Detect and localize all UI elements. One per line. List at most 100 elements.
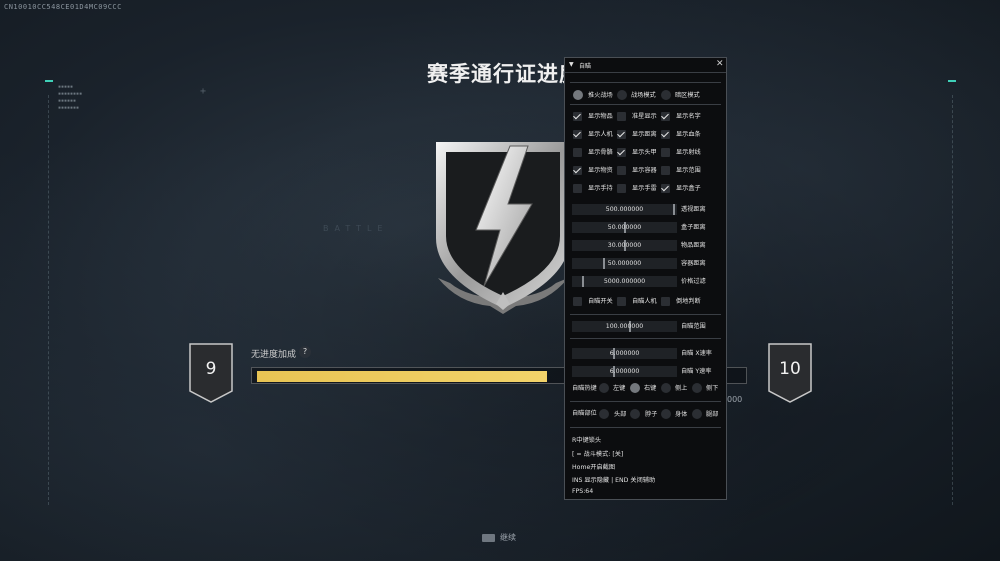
keyboard-key-icon: [482, 533, 495, 542]
continue-label: 继续: [500, 533, 516, 542]
xp-text: 000: [727, 395, 743, 404]
season-badge-emblem: [436, 142, 570, 314]
checkbox-show-held[interactable]: [573, 184, 582, 193]
radio-label: 身体: [675, 411, 688, 418]
checkbox-label: 显示物资: [588, 167, 613, 174]
slider-box-distance[interactable]: 50.000000: [572, 222, 677, 233]
info-line: INS 显示隐藏 | END 关闭辅助: [572, 477, 656, 484]
hud-tick-right: [948, 80, 956, 82]
cheat-overlay-menu: ▼ 自瞄 ✕ 推火战场 战场模式 暗区模式 显示物品 准星显示 显示名字 显示人…: [564, 57, 727, 500]
slider-value: 100.000000: [605, 323, 644, 330]
checkbox-label: 显示范围: [676, 167, 701, 174]
checkbox-show-supplies[interactable]: [573, 166, 582, 175]
separator: [570, 338, 721, 339]
separator: [570, 401, 721, 402]
menu-title: 自瞄: [579, 63, 592, 70]
next-level-badge: 10: [768, 343, 812, 403]
aim-part-radio-head[interactable]: [599, 409, 609, 419]
checkbox-show-grenade[interactable]: [617, 184, 626, 193]
hotkey-radio-right[interactable]: [630, 383, 640, 393]
slider-container-distance[interactable]: 50.000000: [572, 258, 677, 269]
hud-tick-left: [45, 80, 53, 82]
slider-value: 5000.000000: [603, 278, 646, 285]
collapse-arrow-icon[interactable]: ▼: [569, 61, 574, 68]
hotkey-label: 自瞄热键: [572, 385, 597, 392]
mode-label-0: 推火战场: [588, 92, 613, 99]
slider-aim-x-speed[interactable]: 6.000000: [572, 348, 677, 359]
checkbox-knockdown-check[interactable]: [661, 297, 670, 306]
continue-button[interactable]: 继续: [482, 532, 516, 543]
mode-radio-2[interactable]: [661, 90, 671, 100]
separator: [570, 82, 721, 83]
checkbox-label: 显示头甲: [632, 149, 657, 156]
aim-part-radio-legs[interactable]: [692, 409, 702, 419]
checkbox-aim-toggle[interactable]: [573, 297, 582, 306]
next-level-number: 10: [779, 359, 801, 379]
slider-label: 自瞄 Y速率: [681, 368, 712, 375]
slider-esp-distance[interactable]: 500.000000: [572, 204, 677, 215]
separator: [570, 104, 721, 105]
slider-value: 50.000000: [607, 224, 642, 231]
checkbox-show-bots[interactable]: [573, 130, 582, 139]
checkbox-aim-bots[interactable]: [617, 297, 626, 306]
mode-label-2: 暗区模式: [675, 92, 700, 99]
slider-value: 6.000000: [609, 368, 640, 375]
checkbox-show-distance[interactable]: [617, 130, 626, 139]
close-icon[interactable]: ✕: [716, 59, 724, 69]
checkbox-label: 自瞄开关: [588, 298, 613, 305]
mode-label-1: 战场模式: [631, 92, 656, 99]
hud-line-left: [48, 95, 49, 505]
aim-part-radio-neck[interactable]: [630, 409, 640, 419]
aim-part-label: 自瞄部位: [572, 410, 597, 417]
current-level-number: 9: [205, 359, 217, 379]
checkbox-label: 自瞄人机: [632, 298, 657, 305]
slider-label: 自瞄 X速率: [681, 350, 712, 357]
mode-radio-1[interactable]: [617, 90, 627, 100]
checkbox-show-helmet[interactable]: [617, 148, 626, 157]
checkbox-label: 显示物品: [588, 113, 613, 120]
checkbox-show-containers[interactable]: [617, 166, 626, 175]
page-title: 赛季通行证进度: [427, 62, 581, 86]
checkbox-show-health[interactable]: [661, 130, 670, 139]
fps-counter: FPS:64: [572, 488, 594, 495]
checkbox-crosshair[interactable]: [617, 112, 626, 121]
checkbox-show-name[interactable]: [661, 112, 670, 121]
slider-label: 盒子距离: [681, 224, 706, 231]
hotkey-radio-side-down[interactable]: [692, 383, 702, 393]
checkbox-show-range[interactable]: [661, 166, 670, 175]
progress-fill: [257, 371, 547, 382]
info-line: R中键锁头: [572, 437, 602, 444]
checkbox-show-box[interactable]: [661, 184, 670, 193]
hotkey-radio-side-up[interactable]: [661, 383, 671, 393]
checkbox-label: 准星显示: [632, 113, 657, 120]
mode-radio-0[interactable]: [573, 90, 583, 100]
hud-readout-left: ▪▪▪▪▪ ▪▪▪▪▪▪▪▪ ▪▪▪▪▪▪ ▪▪▪▪▪▪▪: [58, 84, 83, 111]
menu-header[interactable]: ▼ 自瞄 ✕: [565, 58, 726, 73]
checkbox-label: 倒地判断: [676, 298, 701, 305]
progress-bonus-label: 无进度加成: [251, 350, 297, 360]
slider-price-filter[interactable]: 5000.000000: [572, 276, 677, 287]
slider-value: 6.000000: [609, 350, 640, 357]
separator: [570, 314, 721, 315]
checkbox-show-skeleton[interactable]: [573, 148, 582, 157]
radio-label: 左键: [613, 385, 626, 392]
checkbox-label: 显示手雷: [632, 185, 657, 192]
slider-aim-y-speed[interactable]: 6.000000: [572, 366, 677, 377]
radio-label: 脖子: [645, 411, 658, 418]
checkbox-show-items[interactable]: [573, 112, 582, 121]
slider-aim-range[interactable]: 100.000000: [572, 321, 677, 332]
checkbox-show-ray[interactable]: [661, 148, 670, 157]
info-line: Home开启截图: [572, 464, 616, 471]
checkbox-label: 显示骨骼: [588, 149, 613, 156]
checkbox-label: 显示容器: [632, 167, 657, 174]
help-icon[interactable]: ?: [299, 346, 311, 358]
slider-value: 500.000000: [605, 206, 644, 213]
current-level-badge: 9: [189, 343, 233, 403]
aim-part-radio-body[interactable]: [661, 409, 671, 419]
hud-line-right: [952, 95, 953, 505]
checkbox-label: 显示名字: [676, 113, 701, 120]
hotkey-radio-left[interactable]: [599, 383, 609, 393]
checkbox-label: 显示距离: [632, 131, 657, 138]
slider-item-distance[interactable]: 30.000000: [572, 240, 677, 251]
slider-label: 物品距离: [681, 242, 706, 249]
